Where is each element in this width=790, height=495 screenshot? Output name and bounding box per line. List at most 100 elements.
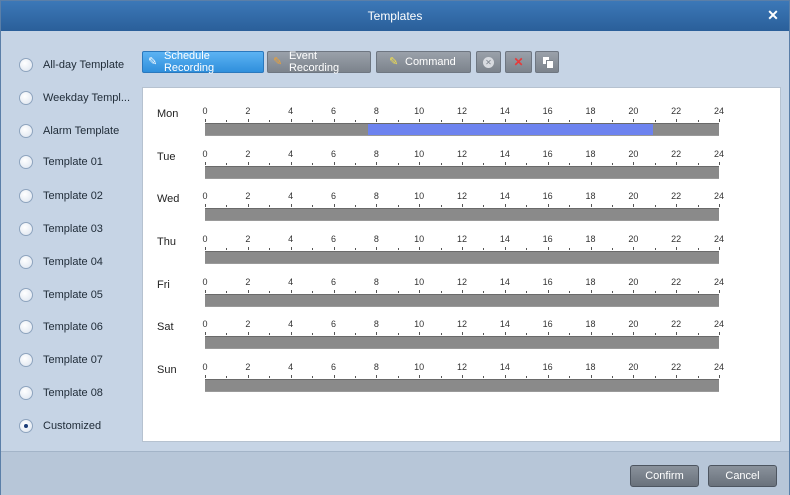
clear-button[interactable]: ✕ xyxy=(476,51,501,73)
timeline-bar[interactable] xyxy=(205,208,719,221)
hour-tick xyxy=(354,120,356,122)
radio-button[interactable] xyxy=(19,124,33,138)
radio-button[interactable] xyxy=(19,222,33,236)
template-option[interactable]: Template 05 xyxy=(19,285,103,305)
hour-tick xyxy=(569,376,571,378)
schedule-recording-button[interactable]: ✎ Schedule Recording xyxy=(142,50,264,74)
recording-segment[interactable] xyxy=(367,124,653,135)
hour-tick xyxy=(226,376,228,378)
hour-label: 16 xyxy=(542,234,553,244)
timeline-bar[interactable] xyxy=(205,251,719,264)
hour-label: 20 xyxy=(628,106,639,116)
template-option[interactable]: All-day Template xyxy=(19,55,124,75)
timeline-bar[interactable] xyxy=(205,336,719,349)
hour-label: 20 xyxy=(628,149,639,159)
radio-button[interactable] xyxy=(19,386,33,400)
hour-label: 6 xyxy=(330,362,337,372)
template-option[interactable]: Template 08 xyxy=(19,383,103,403)
dialog-title: Templates xyxy=(367,9,423,23)
command-button[interactable]: ✎ Command xyxy=(376,51,471,73)
copy-button[interactable] xyxy=(535,51,559,73)
hour-tick xyxy=(676,162,678,165)
hour-tick xyxy=(504,375,506,378)
radio-button[interactable] xyxy=(19,58,33,72)
timeline-bar[interactable] xyxy=(205,123,719,136)
hour-tick xyxy=(397,163,399,165)
hour-tick xyxy=(633,119,635,122)
hour-label: 8 xyxy=(373,191,379,201)
hour-tick xyxy=(247,332,249,335)
hour-label: 22 xyxy=(671,149,682,159)
hour-tick xyxy=(504,247,506,250)
hour-tick xyxy=(376,290,378,293)
hour-tick xyxy=(354,291,356,293)
template-option[interactable]: Template 03 xyxy=(19,219,103,239)
time-ruler: 0 2 4 6 8 10 12 14 16 18 20 22 24 xyxy=(202,187,724,227)
event-recording-button[interactable]: ✎ Event Recording xyxy=(267,50,371,74)
template-label: Template 07 xyxy=(43,354,103,366)
hour-tick xyxy=(354,333,356,335)
template-option[interactable]: Template 02 xyxy=(19,186,103,206)
hour-tick xyxy=(397,120,399,122)
template-option[interactable]: Template 04 xyxy=(19,252,103,272)
hour-label: 24 xyxy=(713,234,725,244)
hour-label: 24 xyxy=(713,106,725,116)
hour-tick xyxy=(462,119,463,122)
radio-button-selected[interactable] xyxy=(19,419,33,433)
radio-button[interactable] xyxy=(19,255,33,269)
cancel-button[interactable]: Cancel xyxy=(708,465,777,487)
hour-tick xyxy=(290,375,292,378)
hour-tick xyxy=(590,332,592,335)
template-option[interactable]: Template 06 xyxy=(19,317,103,337)
timeline-bar[interactable] xyxy=(205,379,719,392)
template-option[interactable]: Weekday Templ... xyxy=(19,88,130,108)
hour-label: 20 xyxy=(628,191,639,201)
hour-tick xyxy=(419,119,421,122)
hour-tick xyxy=(205,332,206,335)
radio-button[interactable] xyxy=(19,155,33,169)
close-icon[interactable]: ✕ xyxy=(765,7,781,23)
hour-label: 12 xyxy=(456,149,468,159)
hour-label: 14 xyxy=(499,149,510,159)
radio-button[interactable] xyxy=(19,91,33,105)
hour-tick xyxy=(376,162,378,165)
time-ruler: 0 2 4 6 8 10 12 14 16 18 20 22 24 xyxy=(202,315,724,355)
confirm-button[interactable]: Confirm xyxy=(630,465,699,487)
hour-tick xyxy=(419,162,421,165)
hour-tick xyxy=(719,375,720,378)
delete-button[interactable]: ✕ xyxy=(505,51,532,73)
hour-tick xyxy=(547,290,549,293)
pencil-icon: ✎ xyxy=(273,56,283,68)
radio-button[interactable] xyxy=(19,353,33,367)
template-option[interactable]: Customized xyxy=(19,416,101,436)
day-row: Sat 0 2 4 6 8 10 12 14 16 18 20 22 24 xyxy=(143,315,780,355)
hour-label: 20 xyxy=(628,234,639,244)
hour-tick xyxy=(590,290,592,293)
hour-tick xyxy=(654,333,656,335)
hour-tick xyxy=(569,248,571,250)
hour-tick xyxy=(205,119,206,122)
title-bar: Templates ✕ xyxy=(1,1,789,31)
hour-tick xyxy=(440,376,442,378)
pencil-icon: ✎ xyxy=(148,56,158,68)
radio-button[interactable] xyxy=(19,320,33,334)
hour-tick xyxy=(569,291,571,293)
radio-button[interactable] xyxy=(19,189,33,203)
day-row: Fri 0 2 4 6 8 10 12 14 16 18 20 22 24 xyxy=(143,273,780,313)
hour-label: 18 xyxy=(585,234,596,244)
hour-label: 8 xyxy=(373,362,379,372)
hour-label: 0 xyxy=(202,362,208,372)
template-option[interactable]: Alarm Template xyxy=(19,121,119,141)
hour-tick xyxy=(440,248,442,250)
template-option[interactable]: Template 07 xyxy=(19,350,103,370)
hour-tick xyxy=(397,376,399,378)
template-option[interactable]: Template 01 xyxy=(19,152,103,172)
hour-tick xyxy=(247,375,249,378)
hour-label: 12 xyxy=(456,362,468,372)
timeline-bar[interactable] xyxy=(205,294,719,307)
hour-tick xyxy=(697,205,699,207)
hour-tick xyxy=(654,376,656,378)
timeline-bar[interactable] xyxy=(205,166,719,179)
hour-label: 6 xyxy=(330,191,337,201)
radio-button[interactable] xyxy=(19,288,33,302)
